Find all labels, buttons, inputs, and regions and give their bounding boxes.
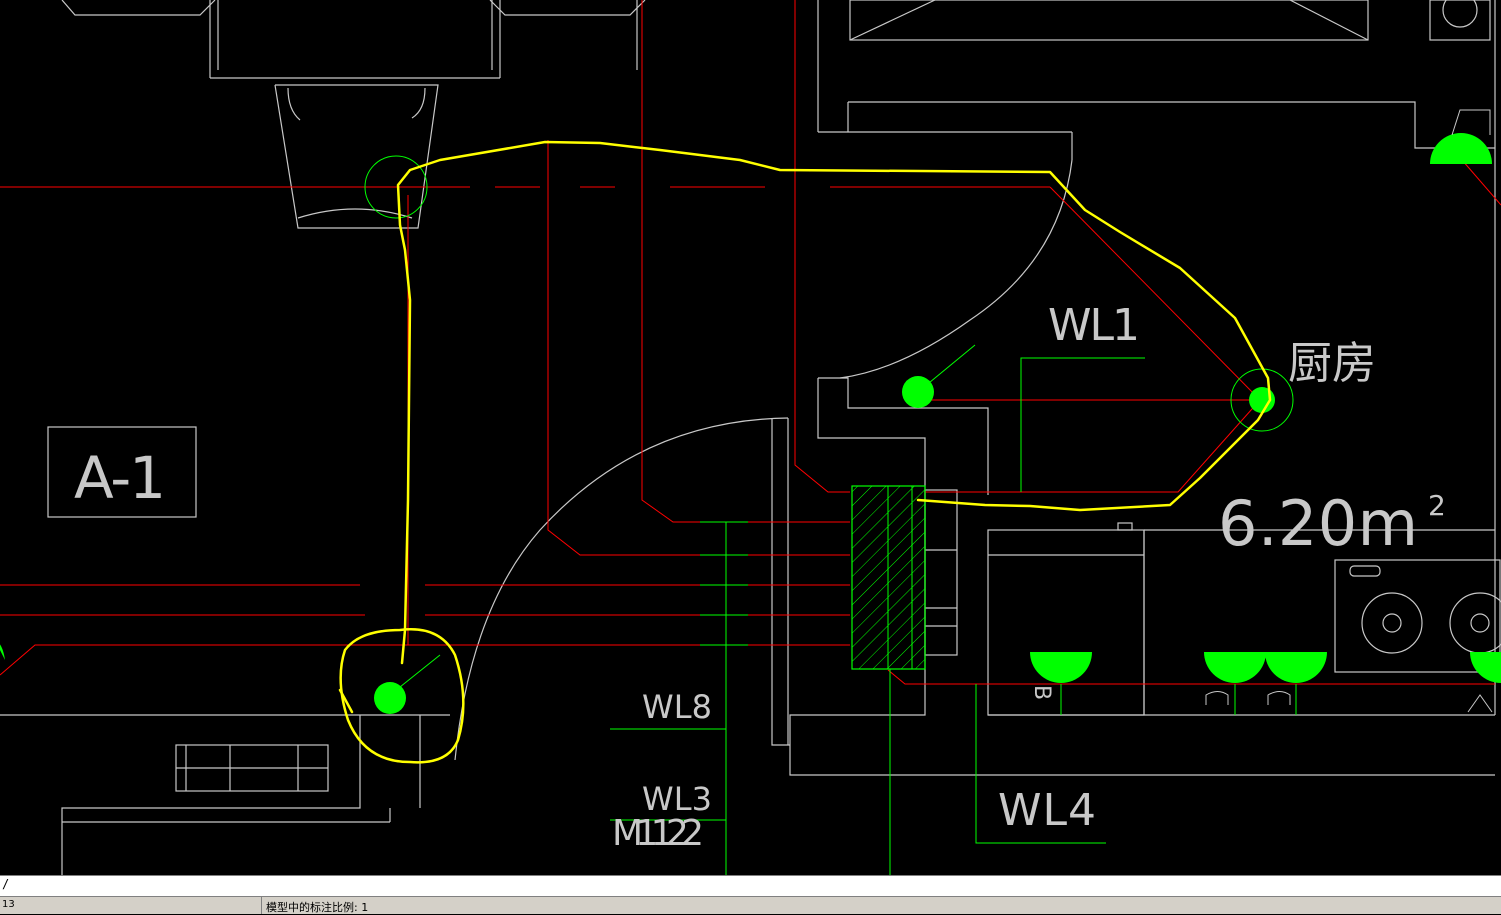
lamp-icon[interactable] (1265, 652, 1327, 683)
coordinate-readout: 13 (2, 899, 15, 910)
markup-annotation (338, 140, 1272, 764)
grid-tag-a1[interactable]: A-1 (74, 444, 166, 512)
annotation-lines (364, 155, 1297, 875)
status-bar: 13 模型中的标注比例: 1 (0, 897, 1501, 914)
room-name-label[interactable]: 厨房 (1288, 338, 1376, 389)
fixture-glyphs (1205, 109, 1493, 713)
floor-plan-svg[interactable]: WL1 WL8 WL3 M1122 WL4 厨房 6.20m 2 A-1 B (0, 0, 1501, 875)
room-area-exponent: 2 (1428, 489, 1446, 522)
circuit-label-wl4[interactable]: WL4 (998, 785, 1096, 836)
wall-lines (0, 0, 1501, 875)
lamp-icon[interactable] (1430, 133, 1492, 164)
floor-drain-icon[interactable] (374, 682, 406, 714)
room-area-label[interactable]: 6.20m (1218, 487, 1418, 560)
status-divider (261, 897, 262, 914)
lamp-icon[interactable] (1470, 652, 1501, 683)
fixture-symbols (0, 133, 1501, 714)
floor-drain-icon[interactable] (902, 376, 934, 408)
circuit-label-wl8[interactable]: WL8 (642, 688, 712, 726)
lamp-icon[interactable] (1204, 652, 1266, 683)
command-prompt[interactable]: / (2, 877, 9, 891)
lamp-icon (0, 644, 5, 660)
fixture-label-b: B (1029, 685, 1054, 700)
cad-drawing-canvas[interactable]: WL1 WL8 WL3 M1122 WL4 厨房 6.20m 2 A-1 B (0, 0, 1501, 875)
lamp-icon[interactable] (1030, 652, 1092, 683)
door-label-m1122[interactable]: M1122 (612, 813, 704, 854)
circuit-label-wl1[interactable]: WL1 (1048, 300, 1140, 351)
hatched-column (851, 485, 926, 670)
command-line[interactable]: / (0, 876, 1501, 897)
status-area: / 13 模型中的标注比例: 1 (0, 875, 1501, 914)
